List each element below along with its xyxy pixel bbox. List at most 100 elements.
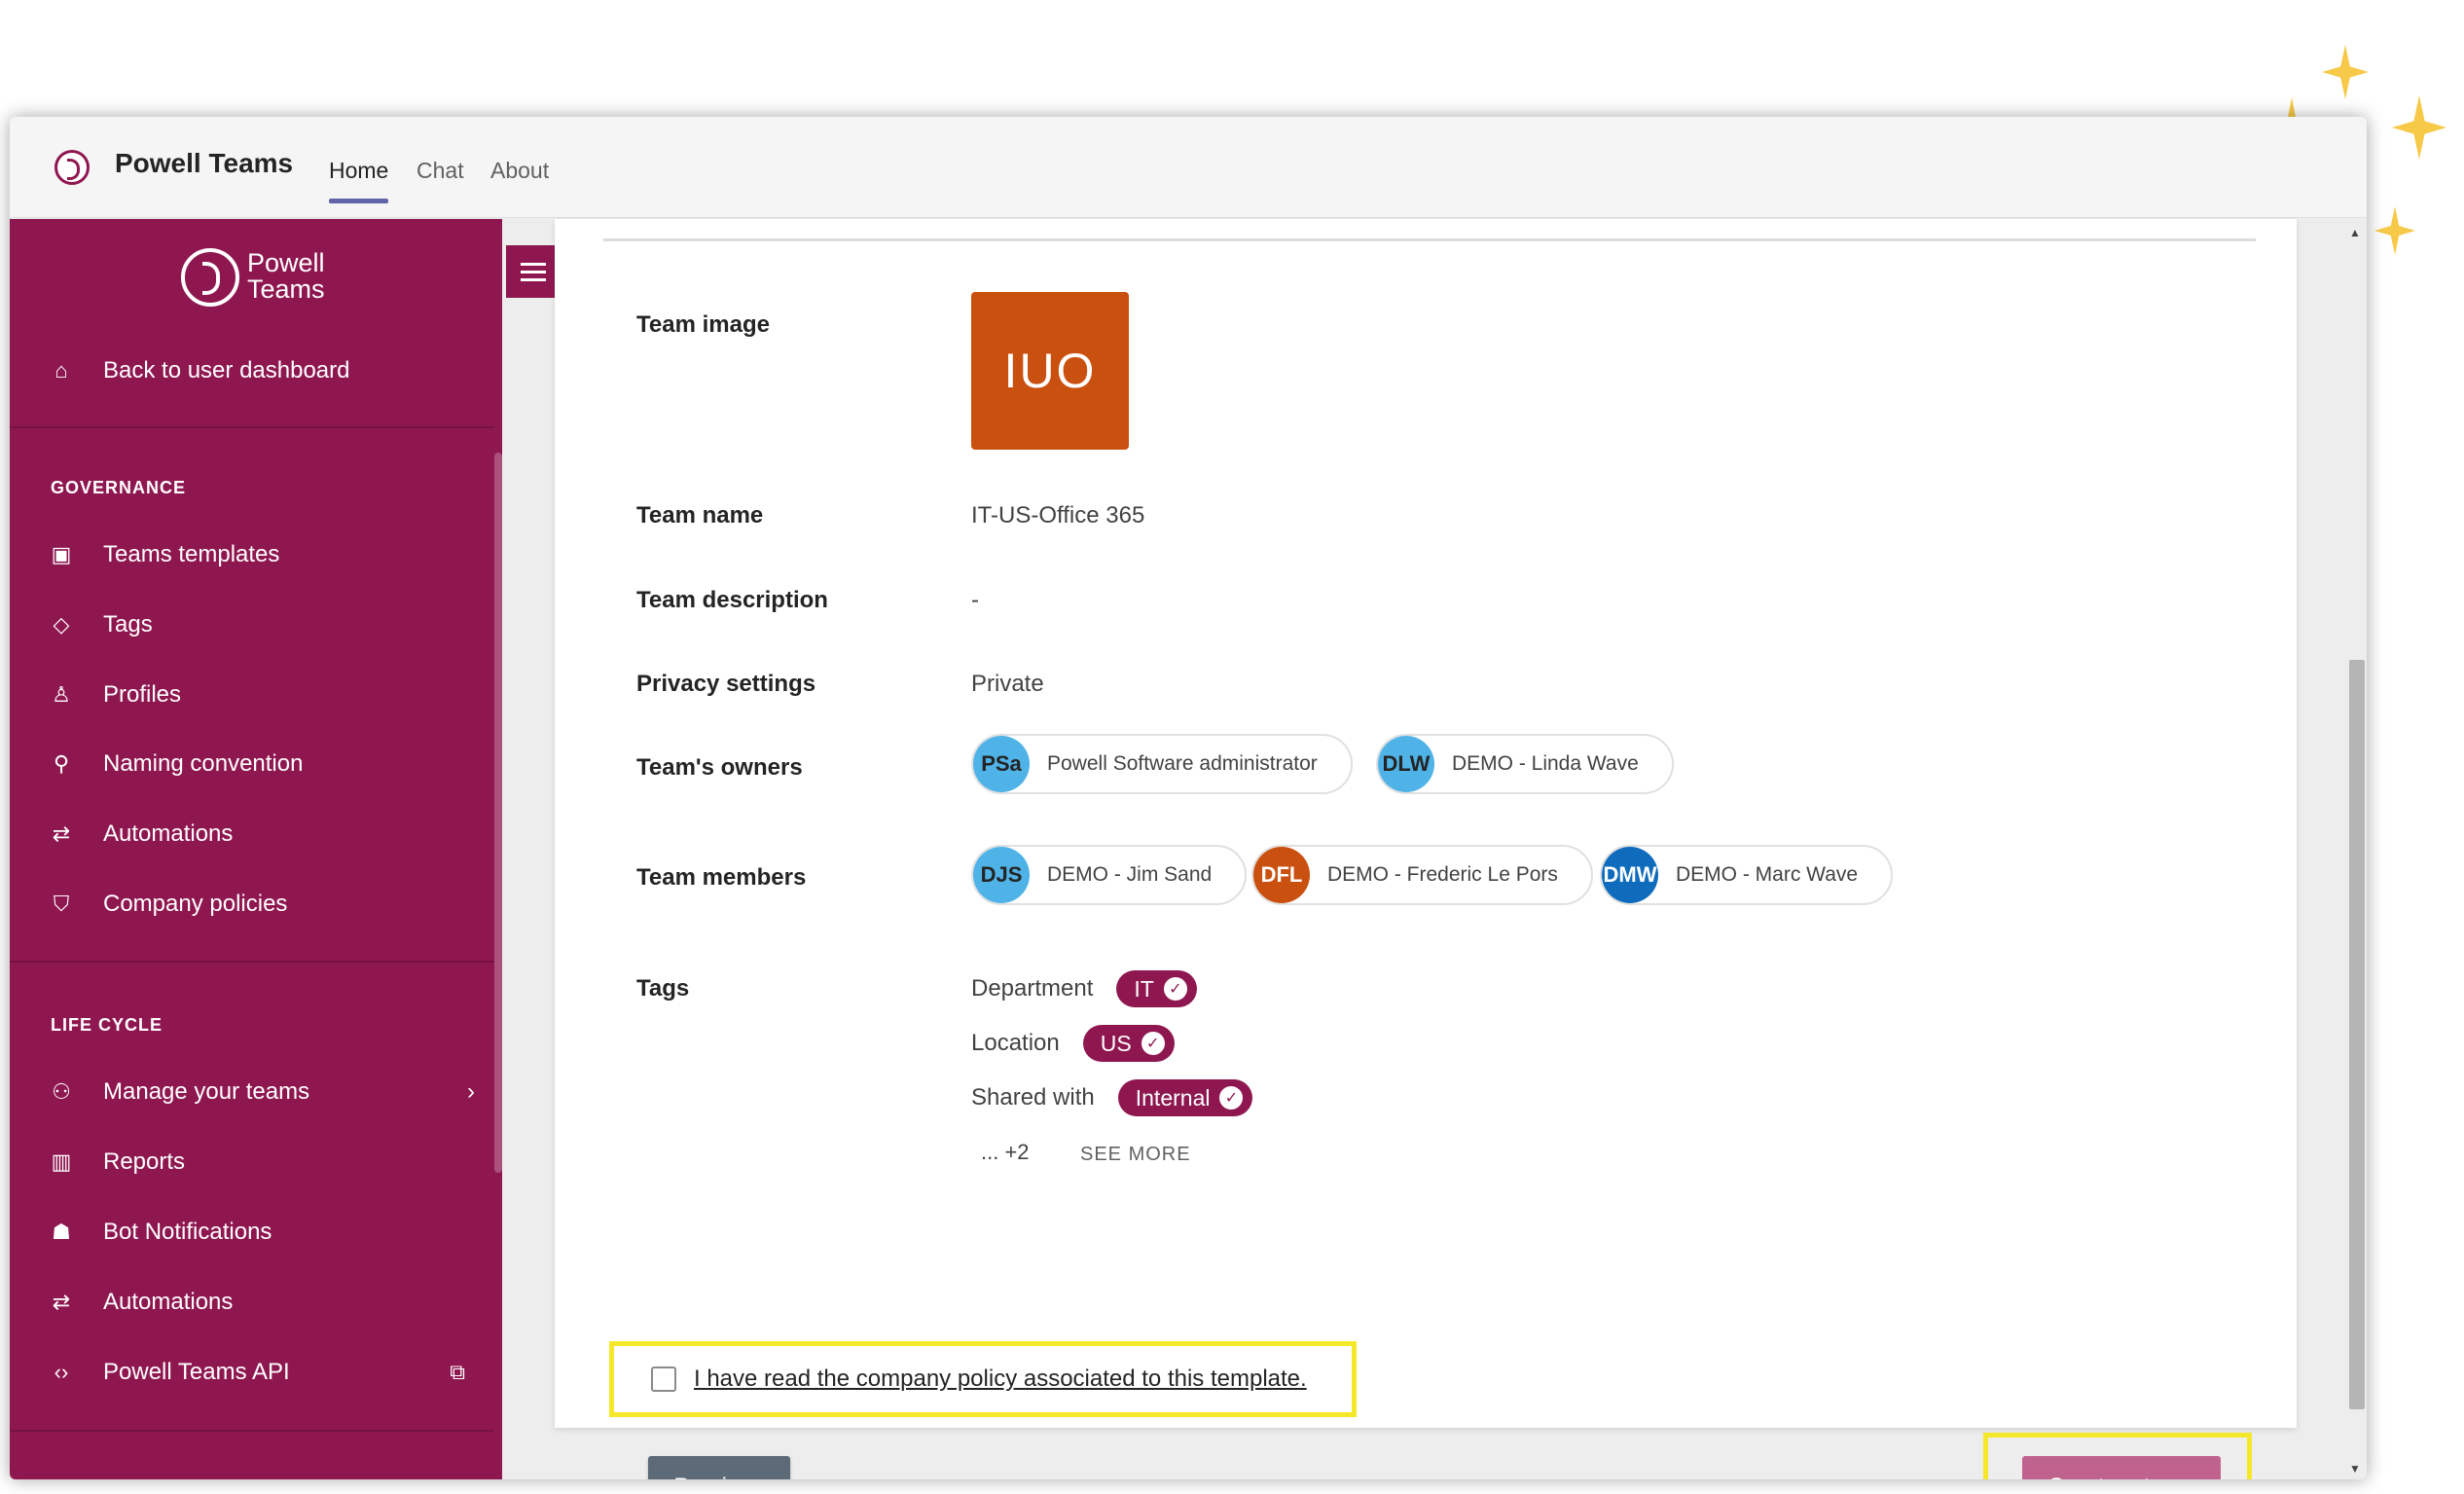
sidebar-brand-line2: Teams (247, 274, 325, 304)
tag-row: Department IT ✓ (971, 970, 1197, 1007)
sidebar-item-label: Reports (103, 1148, 186, 1175)
sidebar-item-label: Automations (103, 1289, 234, 1315)
avatar: DFL (1253, 847, 1310, 903)
sidebar-item-teams-templates[interactable]: ▣ Teams templates (47, 535, 280, 574)
person-icon: ♙ (52, 682, 71, 707)
powell-teams-logo-icon (54, 150, 90, 185)
sidebar-divider (10, 961, 494, 963)
sidebar-item-reports[interactable]: ▥ Reports (47, 1143, 185, 1182)
sidebar-section-life-cycle: LIFE CYCLE (51, 1015, 163, 1035)
sidebar-item-label: Back to user dashboard (103, 357, 350, 383)
member-name: DEMO - Marc Wave (1676, 863, 1859, 886)
tag-value-pill: Internal ✓ (1117, 1079, 1253, 1116)
sidebar-toggle-button[interactable] (506, 245, 561, 298)
team-name-label: Team name (636, 502, 764, 528)
privacy-settings-label: Privacy settings (636, 671, 816, 697)
create-team-button[interactable]: Create a team (2022, 1456, 2221, 1479)
sidebar-item-profiles[interactable]: ♙ Profiles (47, 675, 181, 714)
sparkle-small-icon (2392, 95, 2446, 160)
automation-icon: ⇄ (52, 821, 71, 846)
sidebar-item-label: Powell Teams API (103, 1359, 290, 1385)
sidebar-item-label: Manage your teams (103, 1078, 310, 1105)
sidebar-logo-icon (181, 248, 239, 307)
sidebar-item-naming-convention[interactable]: ⚲ Naming convention (47, 745, 304, 783)
bot-icon: ☗ (52, 1220, 71, 1244)
section-divider (603, 238, 2256, 241)
app-window: Powell Teams Home Chat About Powell Team… (10, 117, 2367, 1479)
tag-row: Shared with Internal ✓ (971, 1079, 1253, 1116)
sidebar-brand: Powell Teams (247, 250, 325, 303)
sidebar-section-governance: GOVERNANCE (51, 478, 187, 497)
tag-value-pill: IT ✓ (1116, 970, 1197, 1007)
sidebar-item-label: Naming convention (103, 750, 304, 777)
member-chip[interactable]: DFL DEMO - Frederic Le Pors (1251, 845, 1593, 905)
check-icon: ✓ (1219, 1086, 1244, 1110)
tag-name: Location (971, 1030, 1060, 1056)
tags-label: Tags (636, 975, 690, 1002)
check-icon: ✓ (1163, 977, 1187, 1001)
member-name: DEMO - Jim Sand (1047, 863, 1213, 886)
team-description-value: - (971, 587, 979, 613)
sidebar-item-company-policies[interactable]: ⛉ Company policies (47, 885, 288, 924)
sidebar-scrollbar[interactable] (494, 453, 502, 1173)
team-summary-card: Team image IUO Team name IT-US-Office 36… (555, 219, 2297, 1428)
sidebar-item-label: Bot Notifications (103, 1219, 272, 1245)
tab-home[interactable]: Home (329, 158, 389, 203)
tab-about[interactable]: About (490, 158, 549, 184)
team-description-label: Team description (636, 587, 828, 613)
sidebar-item-manage-your-teams[interactable]: ⚇ Manage your teams › (47, 1073, 475, 1111)
tag-value: IT (1134, 975, 1154, 1002)
tag-value: Internal (1135, 1084, 1211, 1111)
owner-chip[interactable]: DLW DEMO - Linda Wave (1376, 734, 1674, 794)
scrollbar-thumb[interactable] (2349, 660, 2365, 1409)
avatar: PSa (973, 736, 1030, 792)
automation-icon: ⇄ (52, 1290, 71, 1314)
tag-name: Shared with (971, 1084, 1095, 1111)
chevron-right-icon: › (467, 1078, 475, 1105)
member-chip[interactable]: DJS DEMO - Jim Sand (971, 845, 1248, 905)
owner-chip[interactable]: PSa Powell Software administrator (971, 734, 1353, 794)
see-more-link[interactable]: SEE MORE (1080, 1144, 1191, 1166)
sidebar-item-back-to-dashboard[interactable]: ⌂ Back to user dashboard (47, 351, 350, 390)
team-name-value: IT-US-Office 365 (971, 502, 1145, 528)
sparkle-small-icon (2322, 45, 2369, 99)
sidebar-item-bot-notifications[interactable]: ☗ Bot Notifications (47, 1213, 272, 1252)
member-name: DEMO - Frederic Le Pors (1327, 863, 1558, 886)
team-image: IUO (971, 292, 1129, 450)
sidebar-item-powell-teams-api[interactable]: ‹› Powell Teams API ⧉ (47, 1353, 465, 1392)
member-chip[interactable]: DMW DEMO - Marc Wave (1600, 845, 1894, 905)
team-image-label: Team image (636, 311, 770, 338)
sidebar-item-automations-lifecycle[interactable]: ⇄ Automations (47, 1283, 234, 1322)
tag-value: US (1100, 1030, 1132, 1056)
privacy-settings-value: Private (971, 671, 1044, 697)
sparkle-small-icon (2374, 206, 2415, 255)
avatar: DMW (1602, 847, 1658, 903)
scroll-up-icon[interactable]: ▲ (2349, 226, 2361, 239)
sidebar-item-label: Tags (103, 611, 153, 638)
tab-chat[interactable]: Chat (417, 158, 464, 184)
tag-name: Department (971, 975, 1094, 1002)
sidebar-divider (10, 1430, 494, 1432)
sidebar-item-automations[interactable]: ⇄ Automations (47, 815, 234, 854)
policy-link[interactable]: I have read the company policy associate… (694, 1366, 1307, 1393)
sidebar-item-label: Profiles (103, 681, 182, 708)
people-icon: ⚇ (52, 1079, 71, 1104)
hamburger-icon (521, 270, 546, 273)
chart-icon: ▥ (51, 1149, 72, 1174)
policy-checkbox[interactable] (651, 1366, 676, 1392)
sidebar-item-label: Teams templates (103, 541, 280, 567)
app-header: Powell Teams Home Chat About (10, 117, 2367, 218)
sidebar-item-label: Company policies (103, 891, 288, 917)
scroll-down-icon[interactable]: ▼ (2349, 1462, 2361, 1476)
policy-checkbox-row: I have read the company policy associate… (609, 1341, 1357, 1417)
sidebar-item-tags[interactable]: ◇ Tags (47, 605, 153, 644)
page-scrollbar[interactable]: ▲ ▼ (2349, 226, 2369, 1481)
code-icon: ‹› (54, 1360, 69, 1384)
policy-icon: ⛉ (53, 892, 70, 916)
previous-button[interactable]: Previous (648, 1456, 790, 1479)
sidebar-item-label: Automations (103, 820, 234, 847)
sidebar-divider (10, 426, 494, 428)
template-icon: ▣ (51, 542, 72, 566)
sidebar: Powell Teams ⌂ Back to user dashboard GO… (10, 219, 502, 1479)
team-owners-label: Team's owners (636, 754, 803, 781)
